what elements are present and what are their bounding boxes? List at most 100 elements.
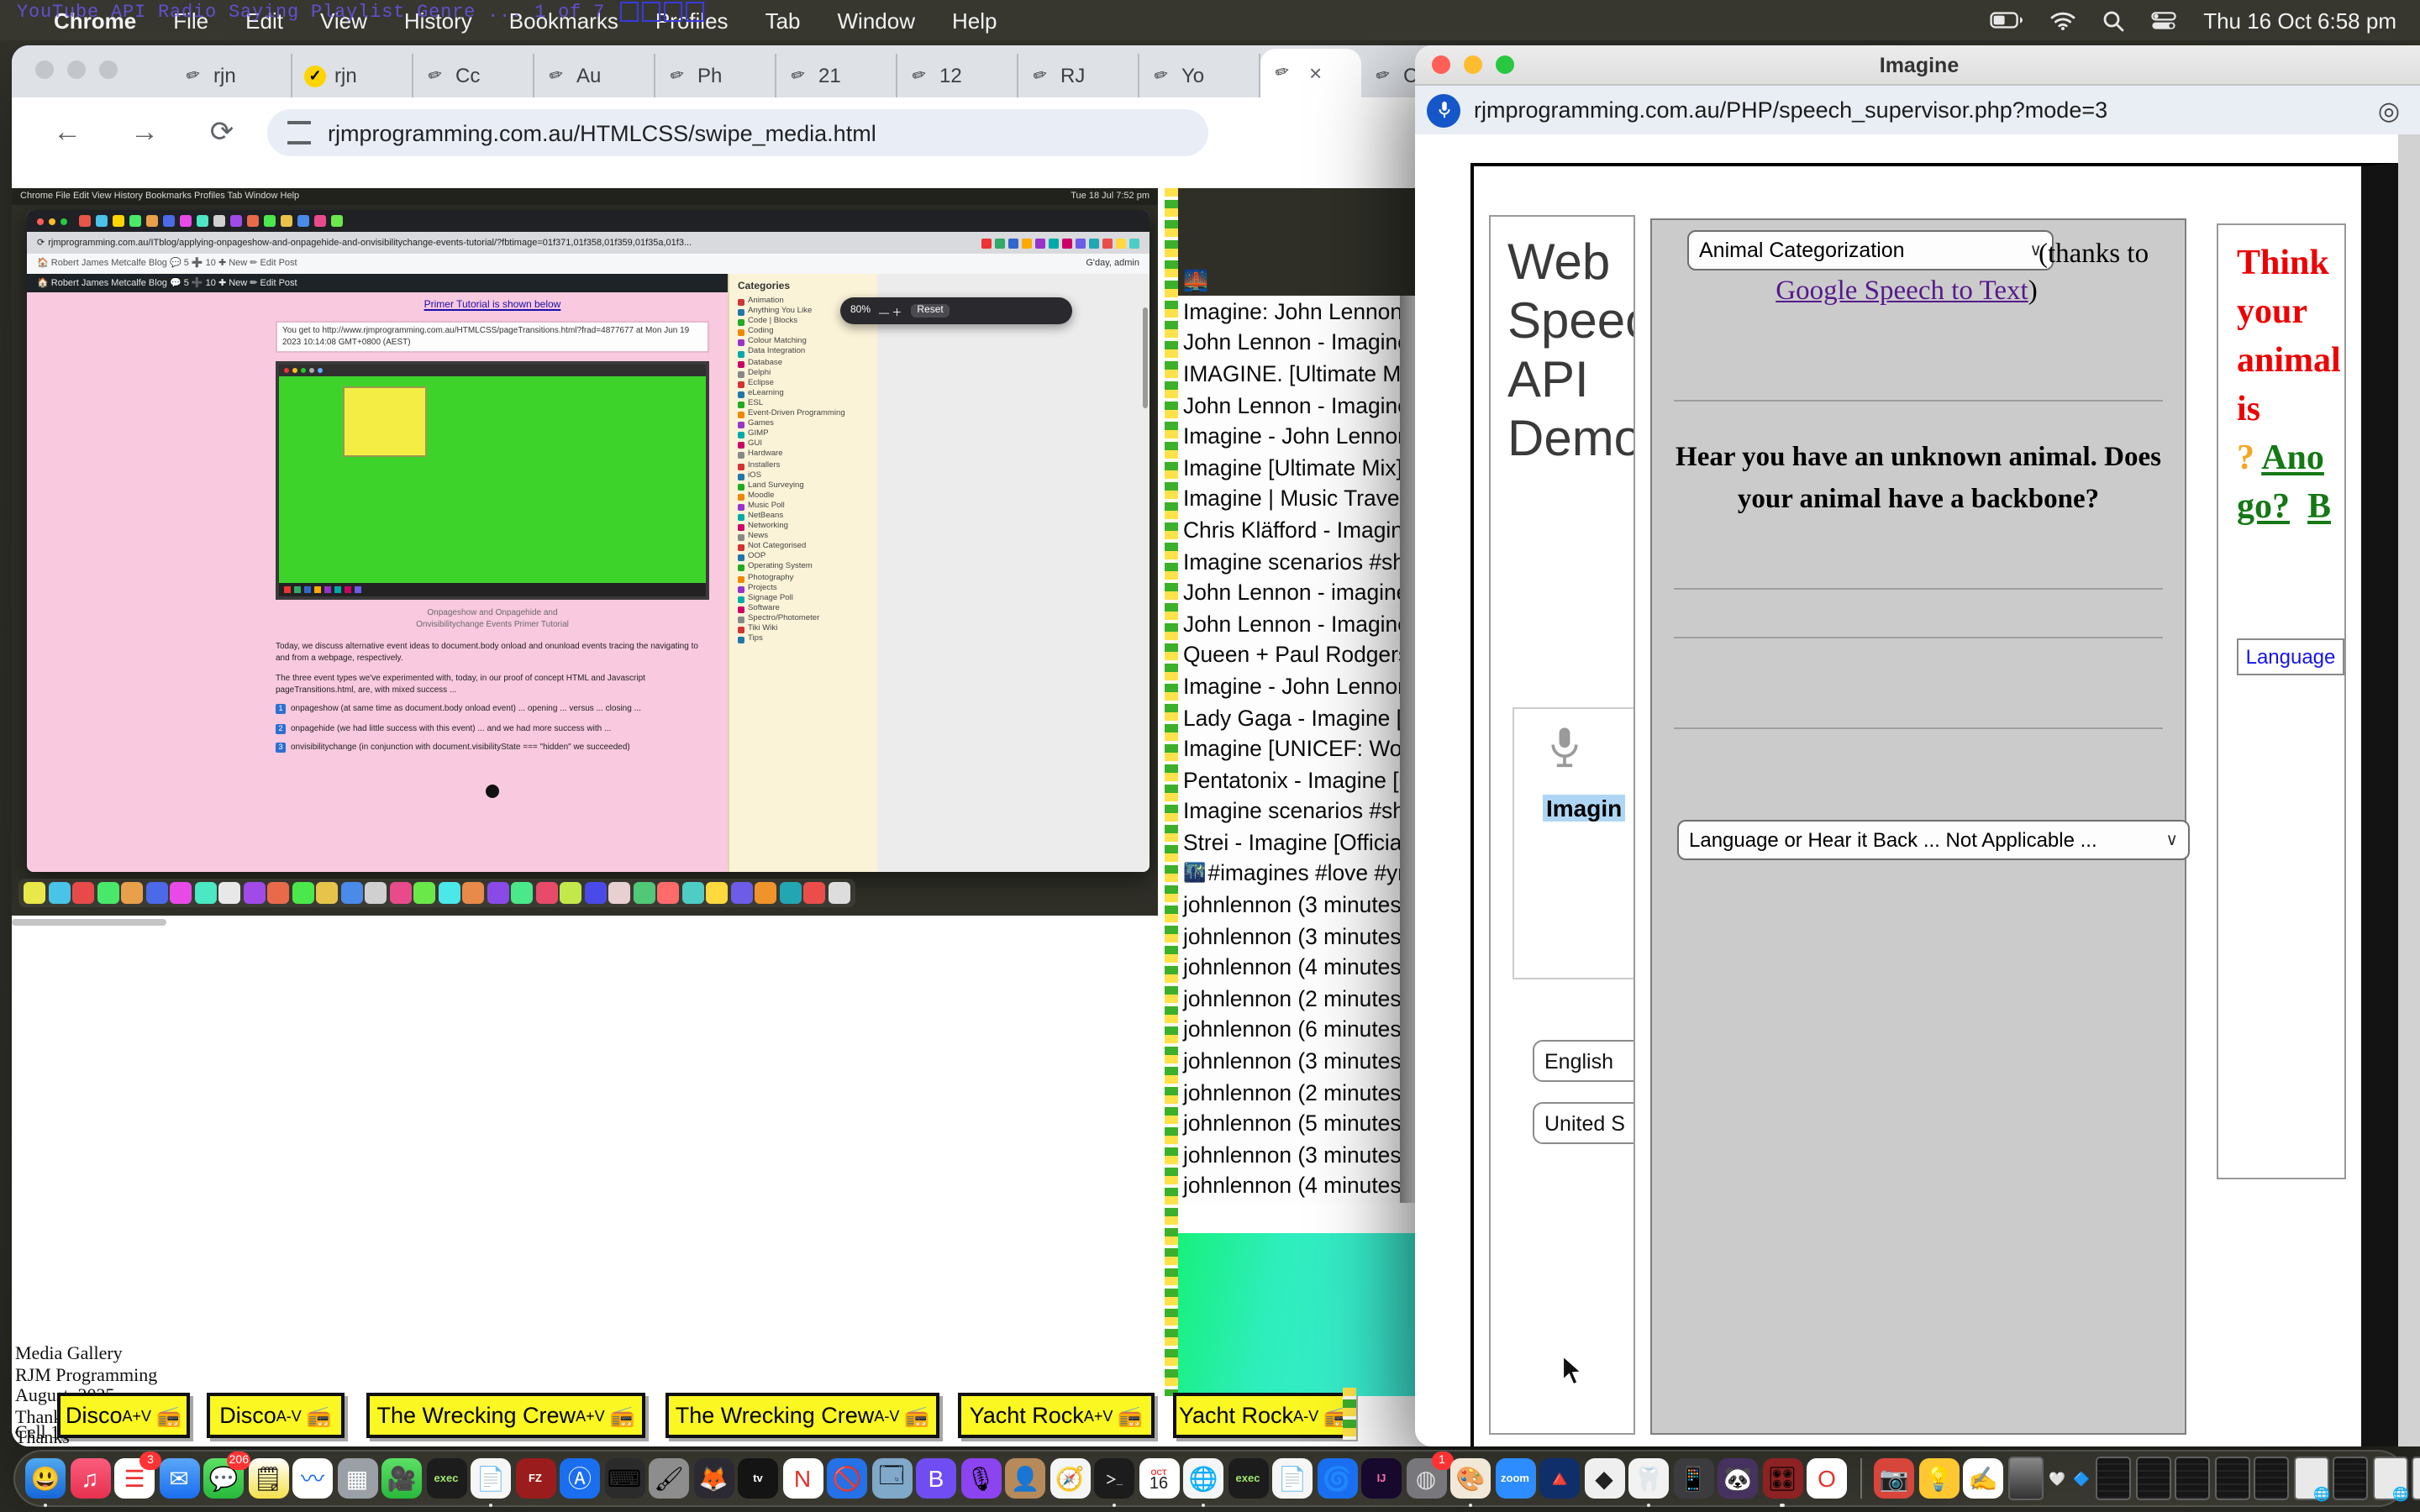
menu-item-help[interactable]: Help [952, 8, 997, 33]
video-list-item[interactable]: 🌃#imagines #love #yn [1178, 858, 1400, 889]
category-item[interactable]: GIMP [738, 430, 877, 440]
category-item[interactable]: Land Surveying [738, 481, 877, 491]
category-item[interactable]: eLearning [738, 390, 877, 400]
yacht-rock-a-v-button[interactable]: Yacht RockA+V📻 [958, 1393, 1155, 1438]
video-list-item[interactable]: johnlennon (2 minutes, 3 [1178, 983, 1400, 1014]
dock-calendar-icon[interactable]: OCT16 [1139, 1458, 1179, 1499]
video-list-item[interactable]: Imagine - John Lennon [1178, 670, 1400, 701]
video-list-item[interactable]: Imagine: John Lennon ( [1178, 296, 1400, 327]
category-item[interactable]: Music Poll [738, 502, 877, 512]
category-item[interactable]: Signage Poll [738, 594, 877, 604]
video-list-item[interactable]: Imagine [Ultimate Mix] ( [1178, 452, 1400, 483]
dock-intellij-icon[interactable]: IJ [1361, 1458, 1402, 1499]
dock-photo-booth-icon[interactable]: 🐼 [1718, 1458, 1758, 1499]
dock-chrome-window-1[interactable]: 🌐 [2293, 1457, 2328, 1500]
dock-bbedit-icon[interactable]: B [916, 1458, 956, 1499]
dock-waveform-app-icon[interactable]: 〰 [292, 1458, 333, 1499]
tab[interactable]: 12 [897, 54, 1018, 97]
dock-filezilla-icon[interactable]: FZ [515, 1458, 555, 1499]
category-item[interactable]: Event-Driven Programming [738, 410, 877, 420]
dock-chrome-window-3[interactable]: 🌐 [2412, 1457, 2420, 1500]
dock-exec-app-icon[interactable]: exec [426, 1458, 466, 1499]
wifi-icon[interactable] [2050, 11, 2075, 29]
dock-terminal-window-3[interactable] [2175, 1457, 2210, 1500]
category-item[interactable]: Delphi [738, 369, 877, 379]
dock-app-store-icon[interactable]: Ⓐ [560, 1458, 600, 1499]
menu-item-window[interactable]: Window [838, 8, 916, 33]
eye-icon[interactable]: ◎ [2378, 95, 2400, 125]
horizontal-scrollbar[interactable] [12, 919, 166, 926]
category-item[interactable]: Eclipse [738, 380, 877, 390]
dock-gauge-app-icon[interactable]: 🎛 [1762, 1458, 1802, 1499]
category-item[interactable]: News [738, 533, 877, 543]
zoom-popup[interactable]: 80% — ＋ Reset [840, 297, 1072, 324]
menu-item-tab[interactable]: Tab [765, 8, 801, 33]
dock-document-icon[interactable]: 📄 [1272, 1458, 1313, 1499]
dock-chrome-icon[interactable]: 🌐 [1183, 1458, 1223, 1499]
tab-active[interactable]: × [1260, 49, 1361, 97]
google-speech-link[interactable]: Google Speech to Text [1776, 274, 2028, 306]
dock-terminal-window-4[interactable] [2214, 1457, 2249, 1500]
imagine-url-text[interactable]: rjmprogramming.com.au/PHP/speech_supervi… [1474, 97, 2107, 123]
category-item[interactable]: Moodle [738, 492, 877, 502]
dock-news-icon[interactable]: N [782, 1458, 823, 1499]
category-item[interactable]: Operating System [738, 564, 877, 574]
category-item[interactable]: Games [738, 420, 877, 430]
dock-opera-icon[interactable]: O [1807, 1458, 1847, 1499]
disco-a-v-button[interactable]: DiscoA-V📻 [207, 1393, 345, 1438]
video-list-item[interactable]: Strei - Imagine [Official [1178, 827, 1400, 858]
video-list-item[interactable]: Imagine | Music Travel L [1178, 483, 1400, 514]
tab[interactable]: Au [534, 54, 655, 97]
dock-reminders-icon[interactable]: ☰3 [114, 1458, 155, 1499]
playback-select[interactable]: Language or Hear it Back ... Not Applica… [1677, 820, 2190, 860]
forward-button[interactable]: → [123, 116, 166, 150]
video-list-item[interactable]: John Lennon - Imagine [1178, 390, 1400, 421]
imagine-close-button[interactable] [1432, 55, 1450, 74]
imagine-minimize-button[interactable] [1464, 55, 1482, 74]
dock-mini-icon-2[interactable]: 🔷 [2071, 1468, 2091, 1488]
category-item[interactable]: Spectro/Photometer [738, 615, 877, 625]
tab[interactable]: 21 [776, 54, 897, 97]
category-item[interactable]: Tiki Wiki [738, 625, 877, 635]
dock-podcasts-icon[interactable]: 🎙 [960, 1458, 1001, 1499]
category-item[interactable]: Projects [738, 584, 877, 594]
category-item[interactable]: Not Categorised [738, 543, 877, 554]
video-list-item[interactable]: Pentatonix - Imagine [O [1178, 764, 1400, 795]
language-link-button[interactable]: Language [2237, 638, 2344, 675]
video-list-item[interactable]: johnlennon (2 minutes, [1178, 1077, 1400, 1108]
dock-launchpad-icon[interactable]: ▦ [337, 1458, 377, 1499]
video-list-item[interactable]: johnlennon (6 minutes, 9 [1178, 1014, 1400, 1045]
dock-messages-icon[interactable]: 💬206 [203, 1458, 244, 1499]
dock-gimp-icon[interactable]: 🖌 [649, 1458, 689, 1499]
imagine-zoom-button[interactable] [1496, 55, 1514, 74]
imagine-title-bar[interactable]: Imagine [1415, 45, 2420, 86]
video-list-item[interactable]: Imagine scenarios #sho [1178, 546, 1400, 577]
dock-inkscape-icon[interactable]: ◆ [1584, 1458, 1624, 1499]
language-button[interactable]: English [1533, 1040, 1635, 1082]
tab[interactable]: rjn [171, 54, 292, 97]
video-list-item[interactable]: John Lennon - Imagine [1178, 327, 1400, 358]
dock-notes-icon[interactable]: 🗒 [248, 1458, 288, 1499]
transcript-text[interactable]: Imagin [1543, 795, 1625, 822]
dock-textedit-icon[interactable]: 📄 [471, 1458, 511, 1499]
minimize-window-button[interactable] [67, 60, 86, 79]
video-list-item[interactable]: Chris Kläfford - Imagine [1178, 514, 1400, 545]
tab[interactable]: RJ [1018, 54, 1139, 97]
category-item[interactable]: Software [738, 605, 877, 615]
microphone-icon[interactable] [1546, 724, 1583, 783]
dock-blocked-app-icon[interactable]: 🚫 [827, 1458, 867, 1499]
dock-screenshot-thumb[interactable] [2007, 1457, 2043, 1500]
tab-close-icon[interactable]: × [1309, 60, 1322, 86]
video-banner[interactable]: 🌉 [1178, 188, 1423, 296]
dock-finder-icon[interactable]: 😃 [25, 1458, 66, 1499]
dock-prism-app-icon[interactable]: 🔺 [1539, 1458, 1580, 1499]
dock-paint-icon[interactable]: 🎨 [1450, 1458, 1491, 1499]
dock-blue-app-icon[interactable]: 🌀 [1317, 1458, 1357, 1499]
category-item[interactable]: Database [738, 359, 877, 369]
category-item[interactable]: Data Integration [738, 349, 877, 359]
dock-lightbulb-app-icon[interactable]: 💡 [1918, 1458, 1959, 1499]
dock-safari-icon[interactable]: 🧭 [1050, 1458, 1090, 1499]
nested-screenshot[interactable]: Chrome File Edit View History Bookmarks … [12, 188, 1158, 916]
dock-dark-window[interactable] [2333, 1457, 2368, 1500]
dock-exec-app-2-icon[interactable]: exec [1228, 1458, 1268, 1499]
